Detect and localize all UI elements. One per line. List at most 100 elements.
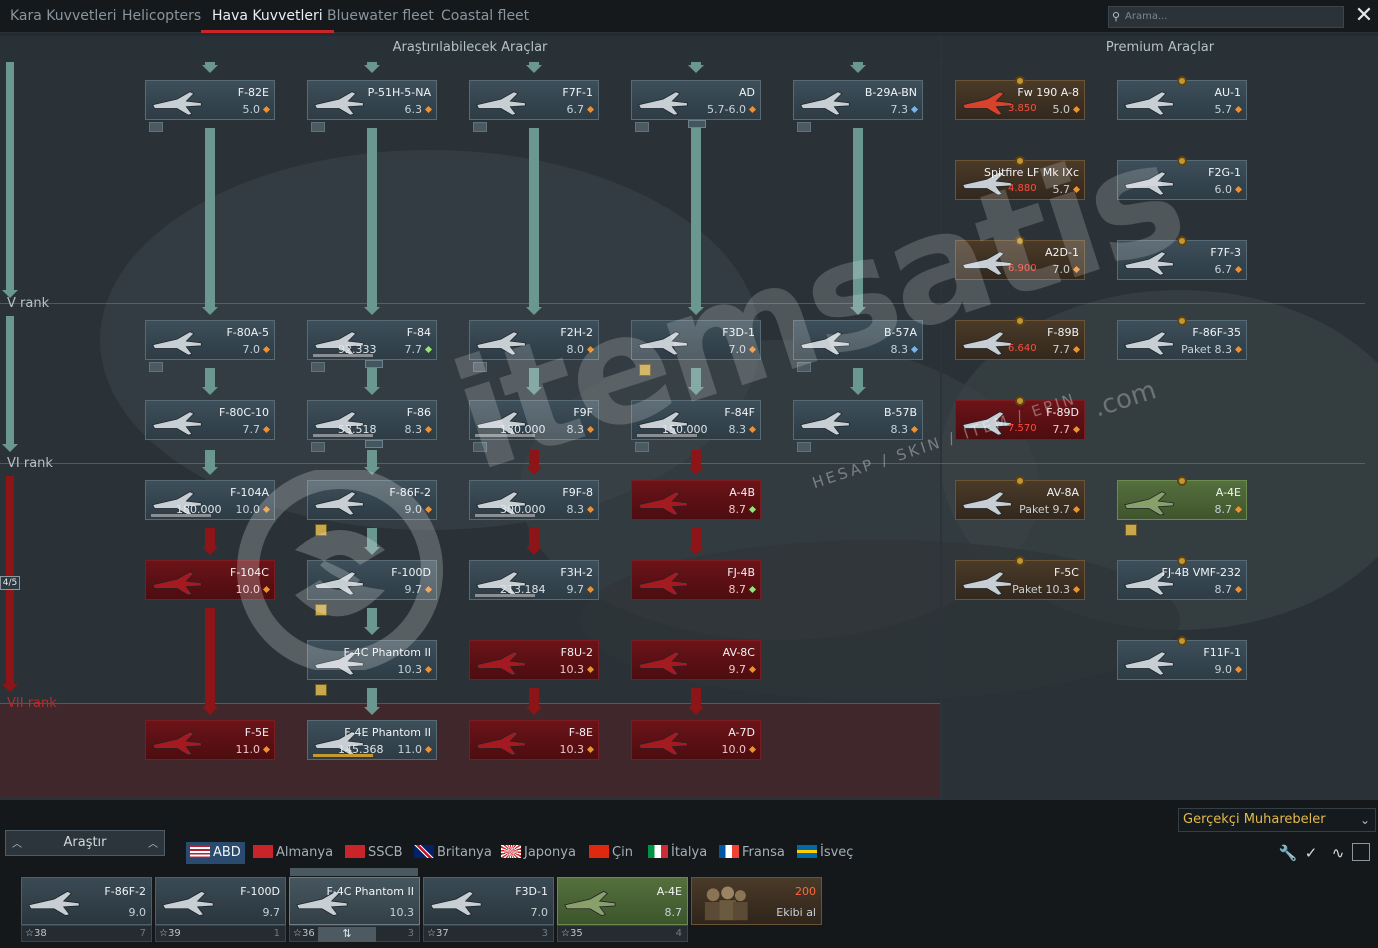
premium-card-f7f-3[interactable]: F7F-3 6.7 xyxy=(1117,240,1247,280)
crew-count: 7 xyxy=(139,928,146,939)
premium-card-f-5c[interactable]: F-5C Paket 10.3 xyxy=(955,560,1085,600)
select-checkbox[interactable] xyxy=(1352,843,1370,861)
vehicle-card-fj-4b[interactable]: FJ-4B 8.7 xyxy=(631,560,761,600)
nation-tab-almanya[interactable]: Almanya xyxy=(253,842,333,864)
crew-slot-a-4e[interactable]: A-4E 8.7 xyxy=(557,877,688,925)
tab-bluewater-fleet[interactable]: Bluewater fleet xyxy=(327,0,434,33)
repair-all-icon[interactable]: ∿ xyxy=(1328,843,1348,863)
vehicle-card-f-80c-10[interactable]: F-80C-10 7.7 xyxy=(145,400,275,440)
close-button[interactable]: ✕ xyxy=(1352,4,1376,28)
tab-helicopters[interactable]: Helicopters xyxy=(122,0,201,33)
vehicle-card-f2h-2[interactable]: F2H-2 8.0 xyxy=(469,320,599,360)
vehicle-card-f-100d[interactable]: F-100D 9.7 xyxy=(307,560,437,600)
tree-connector-arrow xyxy=(202,65,218,73)
battle-mode-select[interactable]: Gerçekçi Muharebeler ⌄ xyxy=(1178,808,1376,832)
vehicle-card-f-104a[interactable]: F-104A 10.0 180.000 xyxy=(145,480,275,520)
battle-rating-icon xyxy=(586,425,595,434)
vehicle-card-f-86f-2[interactable]: F-86F-2 9.0 xyxy=(307,480,437,520)
premium-card-au-1[interactable]: AU-1 5.7 xyxy=(1117,80,1247,120)
vehicle-card-f-84[interactable]: F-84 7.7 92.333 xyxy=(307,320,437,360)
tree-connector-arrow xyxy=(526,307,542,315)
tab-coastal-fleet[interactable]: Coastal fleet xyxy=(441,0,529,33)
buy-crew-button[interactable]: 200 Ekibi al xyxy=(691,877,822,925)
crew-slot-f-4c-phantom-ii[interactable]: F-4C Phantom II 10.3 xyxy=(289,877,420,925)
premium-card-fj-4b-vmf-232[interactable]: FJ-4B VMF-232 8.7 xyxy=(1117,560,1247,600)
battle-rating-value: 8.7 xyxy=(1214,583,1233,596)
golden-eagles-price: 4.880 xyxy=(1008,183,1037,194)
tree-connector-arrow xyxy=(202,547,218,555)
premium-card-spitfire-lf-mk-ixc[interactable]: Spitfire LF Mk IXc 4.880 5.7 xyxy=(955,160,1085,200)
vehicle-card-f-82e[interactable]: F-82E 5.0 xyxy=(145,80,275,120)
battle-rating-icon xyxy=(586,345,595,354)
battle-rating-value: 5.7 xyxy=(1214,103,1233,116)
nation-tab-sscb[interactable]: SSCB xyxy=(345,842,403,864)
vehicle-card-ad[interactable]: AD 5.7-6.0 xyxy=(631,80,761,120)
vehicle-card-a-7d[interactable]: A-7D 10.0 xyxy=(631,720,761,760)
checkmark-icon[interactable]: ✓ xyxy=(1301,843,1321,863)
nation-tab-i̇talya[interactable]: İtalya xyxy=(648,842,707,864)
research-progress-bar xyxy=(151,514,211,517)
flag-icon xyxy=(414,845,434,858)
battle-rating-icon xyxy=(748,345,757,354)
premium-card-a2d-1[interactable]: A2D-1 6.900 7.0 xyxy=(955,240,1085,280)
research-button[interactable]: ︿ Araştır ︿ xyxy=(5,830,165,856)
battle-rating-icon xyxy=(748,105,757,114)
battle-rating-icon xyxy=(424,105,433,114)
vehicle-card-b-29a-bn[interactable]: B-29A-BN 7.3 xyxy=(793,80,923,120)
battle-mode-label: Gerçekçi Muharebeler xyxy=(1183,812,1326,827)
battle-rating-icon xyxy=(1072,585,1081,594)
vehicle-card-f-5e[interactable]: F-5E 11.0 xyxy=(145,720,275,760)
research-button-label: Araştır xyxy=(63,835,107,850)
crew-slot-f-100d[interactable]: F-100D 9.7 xyxy=(155,877,286,925)
rank-progress-counter: 4/5 xyxy=(0,576,20,590)
vehicle-card-f-4c-phantom-ii[interactable]: F-4C Phantom II 10.3 xyxy=(307,640,437,680)
nation-tab-i̇sveç[interactable]: İsveç xyxy=(797,842,853,864)
premium-card-f11f-1[interactable]: F11F-1 9.0 xyxy=(1117,640,1247,680)
vehicle-name: F-84F xyxy=(724,406,755,419)
battle-rating-value: 7.0 xyxy=(728,343,747,356)
premium-card-f2g-1[interactable]: F2G-1 6.0 xyxy=(1117,160,1247,200)
vehicle-card-f-84f[interactable]: F-84F 8.3 150.000 xyxy=(631,400,761,440)
crew-slot-f3d-1[interactable]: F3D-1 7.0 xyxy=(423,877,554,925)
vehicle-card-f8u-2[interactable]: F8U-2 10.3 xyxy=(469,640,599,680)
vehicle-card-f-104c[interactable]: F-104C 10.0 xyxy=(145,560,275,600)
vehicle-card-p-51h-5-na[interactable]: P-51H-5-NA 6.3 xyxy=(307,80,437,120)
tree-connector-arrow xyxy=(850,65,866,73)
vehicle-card-f-4e-phantom-ii[interactable]: F-4E Phantom II 11.0 145.368 xyxy=(307,720,437,760)
vehicle-card-b-57b[interactable]: B-57B 8.3 xyxy=(793,400,923,440)
crew-slot-f-86f-2[interactable]: F-86F-2 9.0 xyxy=(21,877,152,925)
vehicle-card-f-8e[interactable]: F-8E 10.3 xyxy=(469,720,599,760)
vehicle-card-f3d-1[interactable]: F3D-1 7.0 xyxy=(631,320,761,360)
premium-card-av-8a[interactable]: AV-8A Paket 9.7 xyxy=(955,480,1085,520)
nation-tab-fransa[interactable]: Fransa xyxy=(719,842,785,864)
vehicle-card-f9f-8[interactable]: F9F-8 8.3 300.000 xyxy=(469,480,599,520)
search-input[interactable]: ⚲ Arama... xyxy=(1108,6,1344,28)
vehicle-card-f7f-1[interactable]: F7F-1 6.7 xyxy=(469,80,599,120)
nation-tab-britanya[interactable]: Britanya xyxy=(414,842,492,864)
vehicle-card-f-86[interactable]: F-86 8.3 53.518 xyxy=(307,400,437,440)
tab-kara-kuvvetleri[interactable]: Kara Kuvvetleri xyxy=(10,0,116,33)
premium-card-f-89d[interactable]: F-89D 7.570 7.7 xyxy=(955,400,1085,440)
premium-card-f-86f-35[interactable]: F-86F-35 Paket 8.3 xyxy=(1117,320,1247,360)
nation-tab-abd[interactable]: ABD xyxy=(186,842,245,864)
vehicle-card-f9f[interactable]: F9F 8.3 130.000 xyxy=(469,400,599,440)
nation-tab-çin[interactable]: Çin xyxy=(589,842,633,864)
premium-card-a-4e[interactable]: A-4E 8.7 xyxy=(1117,480,1247,520)
swap-vehicle-button[interactable]: ⇅ xyxy=(318,927,376,942)
tab-hava-kuvvetleri[interactable]: Hava Kuvvetleri xyxy=(201,0,334,33)
vehicle-card-f-80a-5[interactable]: F-80A-5 7.0 xyxy=(145,320,275,360)
tree-connector-line xyxy=(367,608,377,628)
plane-icon xyxy=(152,571,202,596)
premium-badge-icon xyxy=(1177,316,1187,326)
premium-card-fw-190-a-8[interactable]: Fw 190 A-8 3.850 5.0 xyxy=(955,80,1085,120)
vehicle-card-b-57a[interactable]: B-57A 8.3 xyxy=(793,320,923,360)
battle-rating-icon xyxy=(1072,265,1081,274)
vehicle-card-f3h-2[interactable]: F3H-2 9.7 213.184 xyxy=(469,560,599,600)
premium-card-f-89b[interactable]: F-89B 6.640 7.7 xyxy=(955,320,1085,360)
vehicle-card-av-8c[interactable]: AV-8C 9.7 xyxy=(631,640,761,680)
wrench-icon[interactable]: 🔧 xyxy=(1278,843,1298,863)
nation-tab-japonya[interactable]: Japonya xyxy=(501,842,576,864)
vehicle-name: FJ-4B VMF-232 xyxy=(1161,566,1242,579)
tree-connector-line xyxy=(529,450,539,468)
vehicle-card-a-4b[interactable]: A-4B 8.7 xyxy=(631,480,761,520)
